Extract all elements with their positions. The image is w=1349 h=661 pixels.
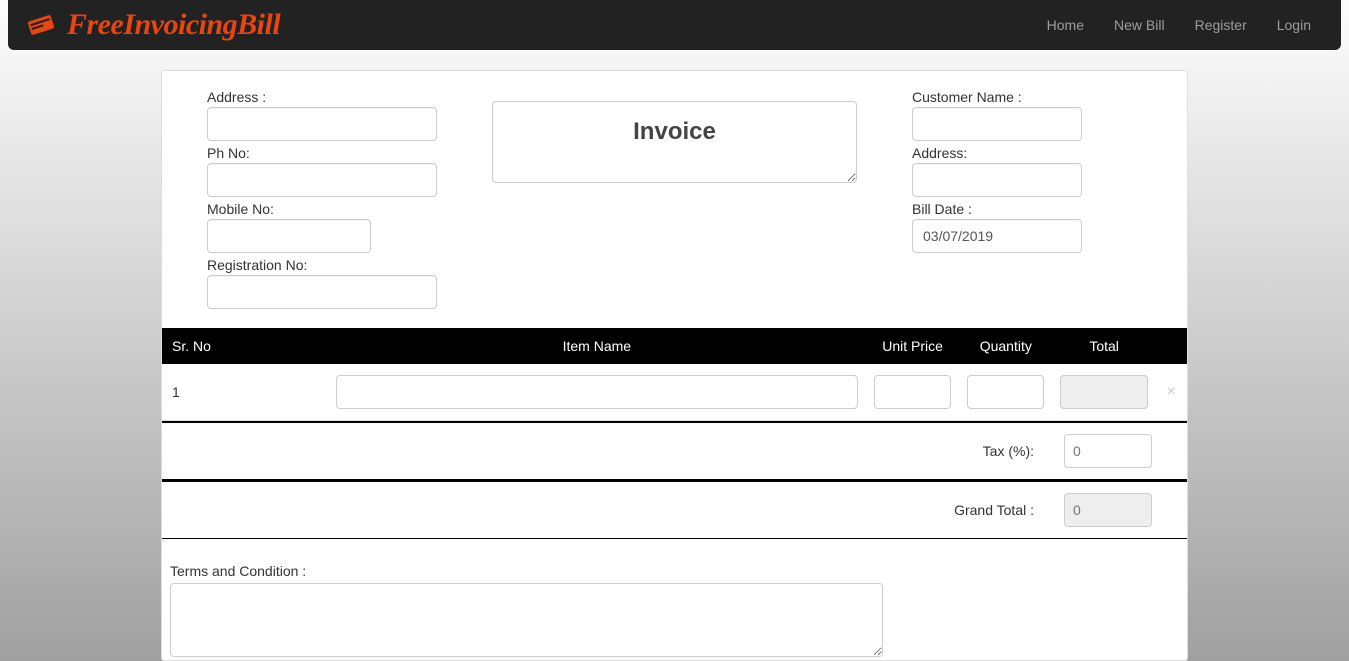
th-srno: Sr. No	[162, 328, 328, 364]
brand-text: FreeInvoicingBill	[67, 8, 280, 42]
seller-mobile-label: Mobile No:	[207, 201, 437, 217]
seller-address-label: Address :	[207, 89, 437, 105]
customer-name-input[interactable]	[912, 107, 1082, 141]
top-section: Address : Ph No: Mobile No: Registration…	[162, 71, 1187, 328]
tax-input[interactable]	[1064, 434, 1152, 468]
table-header-row: Sr. No Item Name Unit Price Quantity Tot…	[162, 328, 1187, 364]
customer-address-label: Address:	[912, 145, 1142, 161]
terms-section: Terms and Condition :	[162, 539, 1187, 660]
navbar: FreeInvoicingBill Home New Bill Register…	[8, 0, 1341, 50]
grand-total-row: Grand Total :	[162, 480, 1187, 539]
th-total: Total	[1052, 328, 1156, 364]
bill-date-label: Bill Date :	[912, 201, 1142, 217]
grand-total-label: Grand Total :	[954, 502, 1034, 518]
quantity-input[interactable]	[967, 375, 1044, 409]
item-name-input[interactable]	[336, 375, 858, 409]
seller-reg-label: Registration No:	[207, 257, 437, 273]
nav-home[interactable]: Home	[1032, 2, 1099, 48]
seller-address-input[interactable]	[207, 107, 437, 141]
th-qty: Quantity	[959, 328, 1052, 364]
nav-login[interactable]: Login	[1262, 2, 1326, 48]
customer-column: Customer Name : Address: Bill Date :	[912, 89, 1142, 313]
bill-date-input[interactable]	[912, 219, 1082, 253]
unit-price-input[interactable]	[874, 375, 951, 409]
customer-address-input[interactable]	[912, 163, 1082, 197]
row-total-input	[1060, 375, 1148, 409]
nav-right: Home New Bill Register Login	[1032, 2, 1326, 48]
nav-newbill[interactable]: New Bill	[1099, 2, 1180, 48]
seller-phone-label: Ph No:	[207, 145, 437, 161]
center-column: Invoice	[477, 89, 872, 313]
seller-reg-input[interactable]	[207, 275, 437, 309]
invoice-title-input[interactable]: Invoice	[492, 101, 857, 183]
logo-icon	[23, 12, 59, 38]
th-item: Item Name	[328, 328, 866, 364]
tax-row: Tax (%):	[162, 421, 1187, 480]
brand-link[interactable]: FreeInvoicingBill	[23, 8, 280, 42]
delete-row-icon[interactable]: ×	[1156, 364, 1187, 421]
grand-total-input	[1064, 493, 1152, 527]
invoice-container: Address : Ph No: Mobile No: Registration…	[161, 70, 1188, 661]
tax-label: Tax (%):	[983, 443, 1034, 459]
nav-register[interactable]: Register	[1180, 2, 1262, 48]
table-row: 1 ×	[162, 364, 1187, 421]
seller-mobile-input[interactable]	[207, 219, 371, 253]
items-table: Sr. No Item Name Unit Price Quantity Tot…	[162, 328, 1187, 421]
th-delete	[1156, 328, 1187, 364]
terms-label: Terms and Condition :	[170, 563, 1179, 579]
cell-srno: 1	[162, 364, 328, 421]
seller-column: Address : Ph No: Mobile No: Registration…	[207, 89, 437, 313]
th-price: Unit Price	[866, 328, 959, 364]
terms-textarea[interactable]	[170, 583, 883, 657]
customer-name-label: Customer Name :	[912, 89, 1142, 105]
seller-phone-input[interactable]	[207, 163, 437, 197]
